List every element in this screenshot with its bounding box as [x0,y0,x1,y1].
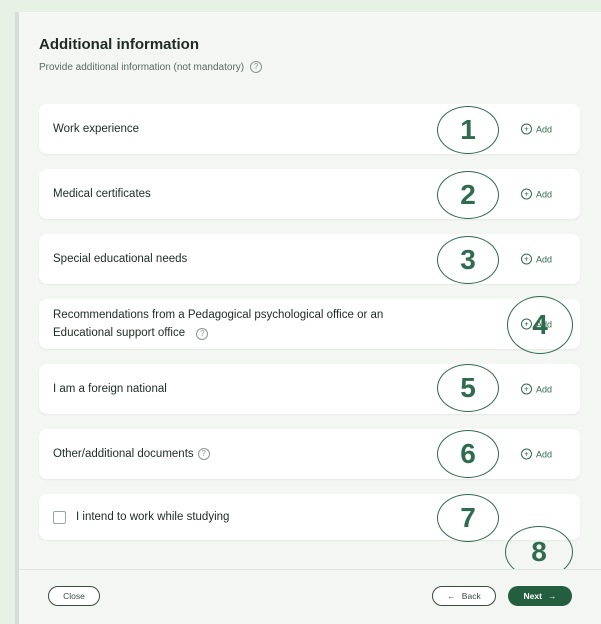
next-label: Next [523,591,542,601]
card-label-line1: Recommendations from a Pedagogical psych… [53,309,384,321]
add-label: Add [535,384,552,394]
footer-bar: Close ← Back Next → [19,569,601,624]
marker-2: 2 [437,171,499,219]
marker-4: 4 [507,296,573,354]
plus-circle-icon: + [520,448,532,460]
back-label: Back [461,591,481,601]
page-subtitle: Provide additional information (not mand… [39,61,263,73]
marker-6: 6 [437,430,499,478]
card-label-line2: Educational support office [53,327,186,339]
back-button[interactable]: ← Back [432,586,496,606]
card-label: Special educational needs [53,253,188,265]
marker-7: 7 [437,494,499,542]
add-button[interactable]: + Add [520,253,552,265]
add-label: Add [535,449,552,459]
card-label: Other/additional documents [53,448,194,460]
card-label: I am a foreign national [53,383,167,395]
form-panel: Additional information Provide additiona… [15,12,601,624]
arrow-left-icon: ← [447,591,456,601]
help-icon[interactable]: ? [250,61,263,73]
page-title: Additional information [39,36,199,53]
card-recommendations: Recommendations from a Pedagogical psych… [39,299,580,349]
plus-circle-icon: + [520,123,532,135]
plus-circle-icon: + [520,188,532,200]
add-label: Add [535,254,552,264]
card-label: Medical certificates [53,188,151,200]
add-button[interactable]: + Add [520,448,552,460]
marker-5: 5 [437,364,499,412]
section-header: Additional information Provide additiona… [39,36,263,73]
card-label: Work experience [53,123,140,135]
add-label: Add [535,124,552,134]
add-button[interactable]: + Add [520,383,552,395]
marker-1: 1 [437,106,499,154]
card-label: Recommendations from a Pedagogical psych… [53,306,383,342]
help-icon[interactable]: ? [197,448,210,460]
subtitle-text: Provide additional information (not mand… [39,61,245,73]
add-button[interactable]: + Add [520,123,552,135]
plus-circle-icon: + [520,383,532,395]
plus-circle-icon: + [520,253,532,265]
checkbox-label: I intend to work while studying [76,511,230,523]
next-button[interactable]: Next → [508,586,572,606]
arrow-right-icon: → [547,591,557,601]
work-while-studying-checkbox[interactable] [53,510,66,524]
help-icon[interactable]: ? [196,328,209,340]
marker-3: 3 [437,236,499,284]
close-button[interactable]: Close [48,586,100,606]
add-label: Add [535,189,552,199]
add-button[interactable]: + Add [520,188,552,200]
